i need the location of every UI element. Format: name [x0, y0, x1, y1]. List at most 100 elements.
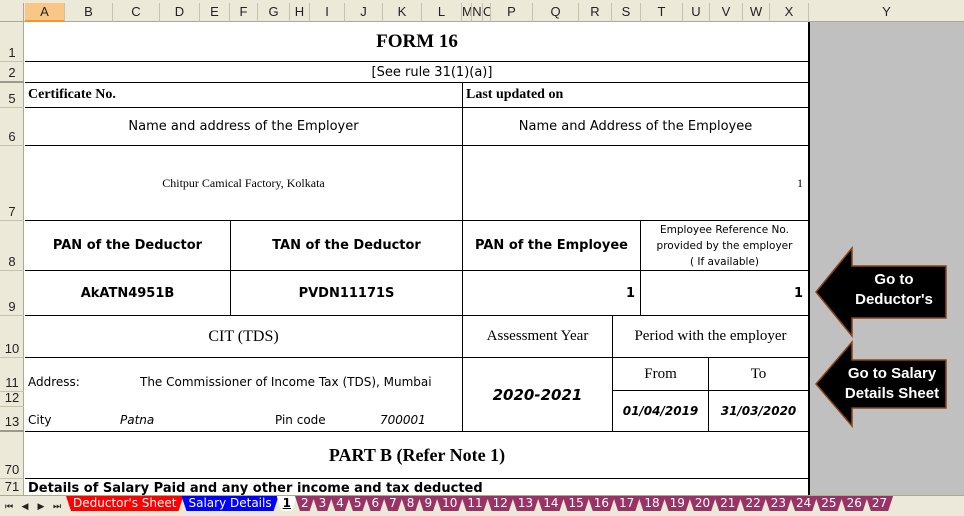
employee-name-label: Name and Address of the Employee [518, 119, 753, 134]
worksheet[interactable]: FORM 16 [See rule 31(1)(a)] Certificate … [25, 22, 809, 495]
column-header-x[interactable]: X [770, 3, 809, 22]
pan-employee-value[interactable]: 1 [463, 271, 640, 315]
sheet-tab-23[interactable]: 23 [765, 496, 792, 511]
row-header-71[interactable]: 71 [0, 479, 24, 495]
column-header-b[interactable]: B [65, 3, 113, 22]
column-header-t[interactable]: T [641, 3, 683, 22]
row-header-7[interactable]: 7 [0, 146, 24, 221]
column-header-m[interactable]: M [462, 3, 472, 22]
row-header-2[interactable]: 2 [0, 62, 24, 83]
tan-deductor-value[interactable]: PVDN11171S [231, 271, 462, 315]
period-to-label: To [750, 365, 767, 382]
period-to-value[interactable]: 31/03/2020 [709, 391, 808, 431]
address-value[interactable]: The Commissioner of Income Tax (TDS), Mu… [140, 372, 462, 392]
border-line [25, 478, 809, 479]
column-header-v[interactable]: V [710, 3, 743, 22]
go-to-salary-details-button[interactable]: Go to Salary Details Sheet [814, 340, 948, 428]
sheet-tab-25[interactable]: 25 [815, 496, 842, 511]
sheet-tab-17[interactable]: 17 [613, 496, 640, 511]
column-header-q[interactable]: Q [533, 3, 579, 22]
sheet-tab-16[interactable]: 16 [588, 496, 615, 511]
column-header-p[interactable]: P [491, 3, 533, 22]
sheet-tab-10[interactable]: 10 [436, 496, 463, 511]
column-header-a[interactable]: A [25, 3, 65, 22]
employee-ref-label-line1: Employee Reference No. [660, 223, 789, 236]
row-header-9[interactable]: 9 [0, 271, 24, 316]
row-header-5[interactable]: 5 [0, 83, 24, 108]
sheet-tab-18[interactable]: 18 [638, 496, 665, 511]
column-header-u[interactable]: U [683, 3, 710, 22]
row-header-8[interactable]: 8 [0, 221, 24, 271]
sheet-tab-2[interactable]: 2 [295, 496, 315, 511]
column-header-c[interactable]: C [113, 3, 160, 22]
row-header-10[interactable]: 10 [0, 316, 24, 358]
column-header-h[interactable]: H [290, 3, 310, 22]
sheet-tab-20[interactable]: 20 [689, 496, 716, 511]
row-header-13[interactable]: 13 [0, 407, 24, 432]
sheet-tab-7[interactable]: 7 [383, 496, 403, 511]
column-header-o[interactable]: O [483, 3, 491, 22]
pin-code-value[interactable]: 700001 [380, 410, 460, 430]
column-header-r[interactable]: R [579, 3, 612, 22]
period-from-label: From [644, 365, 677, 382]
row-header-11[interactable]: 11 [0, 358, 24, 392]
sheet-tab-21[interactable]: 21 [714, 496, 741, 511]
employee-ref-value[interactable]: 1 [641, 271, 808, 315]
sheet-tab-6[interactable]: 6 [366, 496, 386, 511]
sheet-tab-15[interactable]: 15 [562, 496, 589, 511]
employee-ref-label-line3: ( If available) [689, 255, 760, 268]
select-all-corner[interactable] [0, 3, 24, 22]
pin-code-label: Pin code [275, 413, 326, 427]
sheet-tab-27[interactable]: 27 [866, 496, 893, 511]
sheet-tab-8[interactable]: 8 [401, 496, 421, 511]
sheet-tab-14[interactable]: 14 [537, 496, 564, 511]
go-to-deductors-button[interactable]: Go to Deductor's [814, 246, 948, 338]
sheet-tab-19[interactable]: 19 [664, 496, 691, 511]
sheet-tab-26[interactable]: 26 [841, 496, 868, 511]
sheet-tab-3[interactable]: 3 [313, 496, 333, 511]
city-value[interactable]: Patna [120, 410, 220, 430]
column-header-k[interactable]: K [383, 3, 422, 22]
column-header-e[interactable]: E [200, 3, 230, 22]
go-to-deductors-line2: Deductor's [855, 291, 933, 308]
column-header-i[interactable]: I [310, 3, 345, 22]
cit-tds-label: CIT (TDS) [208, 327, 279, 345]
pan-deductor-value[interactable]: AkATN4951B [25, 271, 230, 315]
sheet-tab-13[interactable]: 13 [512, 496, 539, 511]
column-header-d[interactable]: D [160, 3, 200, 22]
go-to-salary-line2: Details Sheet [844, 385, 940, 402]
sheet-tab-12[interactable]: 12 [487, 496, 514, 511]
sheet-tab-4[interactable]: 4 [330, 496, 350, 511]
row-header-12[interactable]: 12 [0, 392, 24, 407]
column-header-w[interactable]: W [743, 3, 770, 22]
employer-name-value[interactable]: Chitpur Camical Factory, Kolkata [25, 146, 462, 220]
sheet-tabs: Deductor's Sheet Salary Details 1 2 3 4 5 6 7 8 9 1… [66, 496, 891, 511]
column-header-f[interactable]: F [230, 3, 258, 22]
column-header-s[interactable]: S [612, 3, 641, 22]
row-header-bar: 1 2 5 6 7 8 9 10 11 12 13 70 71 [0, 22, 24, 495]
sheet-tab-11[interactable]: 11 [461, 496, 488, 511]
column-header-y[interactable]: Y [809, 3, 964, 22]
column-header-g[interactable]: G [258, 3, 290, 22]
tan-deductor-label: TAN of the Deductor [272, 238, 421, 253]
column-header-l[interactable]: L [422, 3, 462, 22]
column-header-j[interactable]: J [345, 3, 383, 22]
sheet-tab-9[interactable]: 9 [418, 496, 438, 511]
row-header-6[interactable]: 6 [0, 108, 24, 146]
employer-name-label: Name and address of the Employer [128, 119, 359, 134]
sheet-tab-deductor-s-sheet[interactable]: Deductor's Sheet [66, 496, 183, 511]
period-from-value[interactable]: 01/04/2019 [613, 391, 708, 431]
assessment-year-value[interactable]: 2020-2021 [463, 358, 612, 431]
employee-name-value[interactable]: 1 [463, 146, 808, 220]
sheet-tab-24[interactable]: 24 [790, 496, 817, 511]
sheet-tab-salary-details[interactable]: Salary Details [181, 496, 278, 511]
sheet-tab-1[interactable]: 1 [277, 496, 297, 511]
tab-bar-bottom [0, 511, 964, 516]
row-header-1[interactable]: 1 [0, 22, 24, 62]
period-label: Period with the employer [634, 328, 787, 344]
sheet-tab-22[interactable]: 22 [739, 496, 766, 511]
column-header-n[interactable]: N [472, 3, 483, 22]
row-header-70[interactable]: 70 [0, 432, 24, 479]
pan-employee-label: PAN of the Employee [475, 238, 628, 253]
sheet-tab-5[interactable]: 5 [348, 496, 368, 511]
